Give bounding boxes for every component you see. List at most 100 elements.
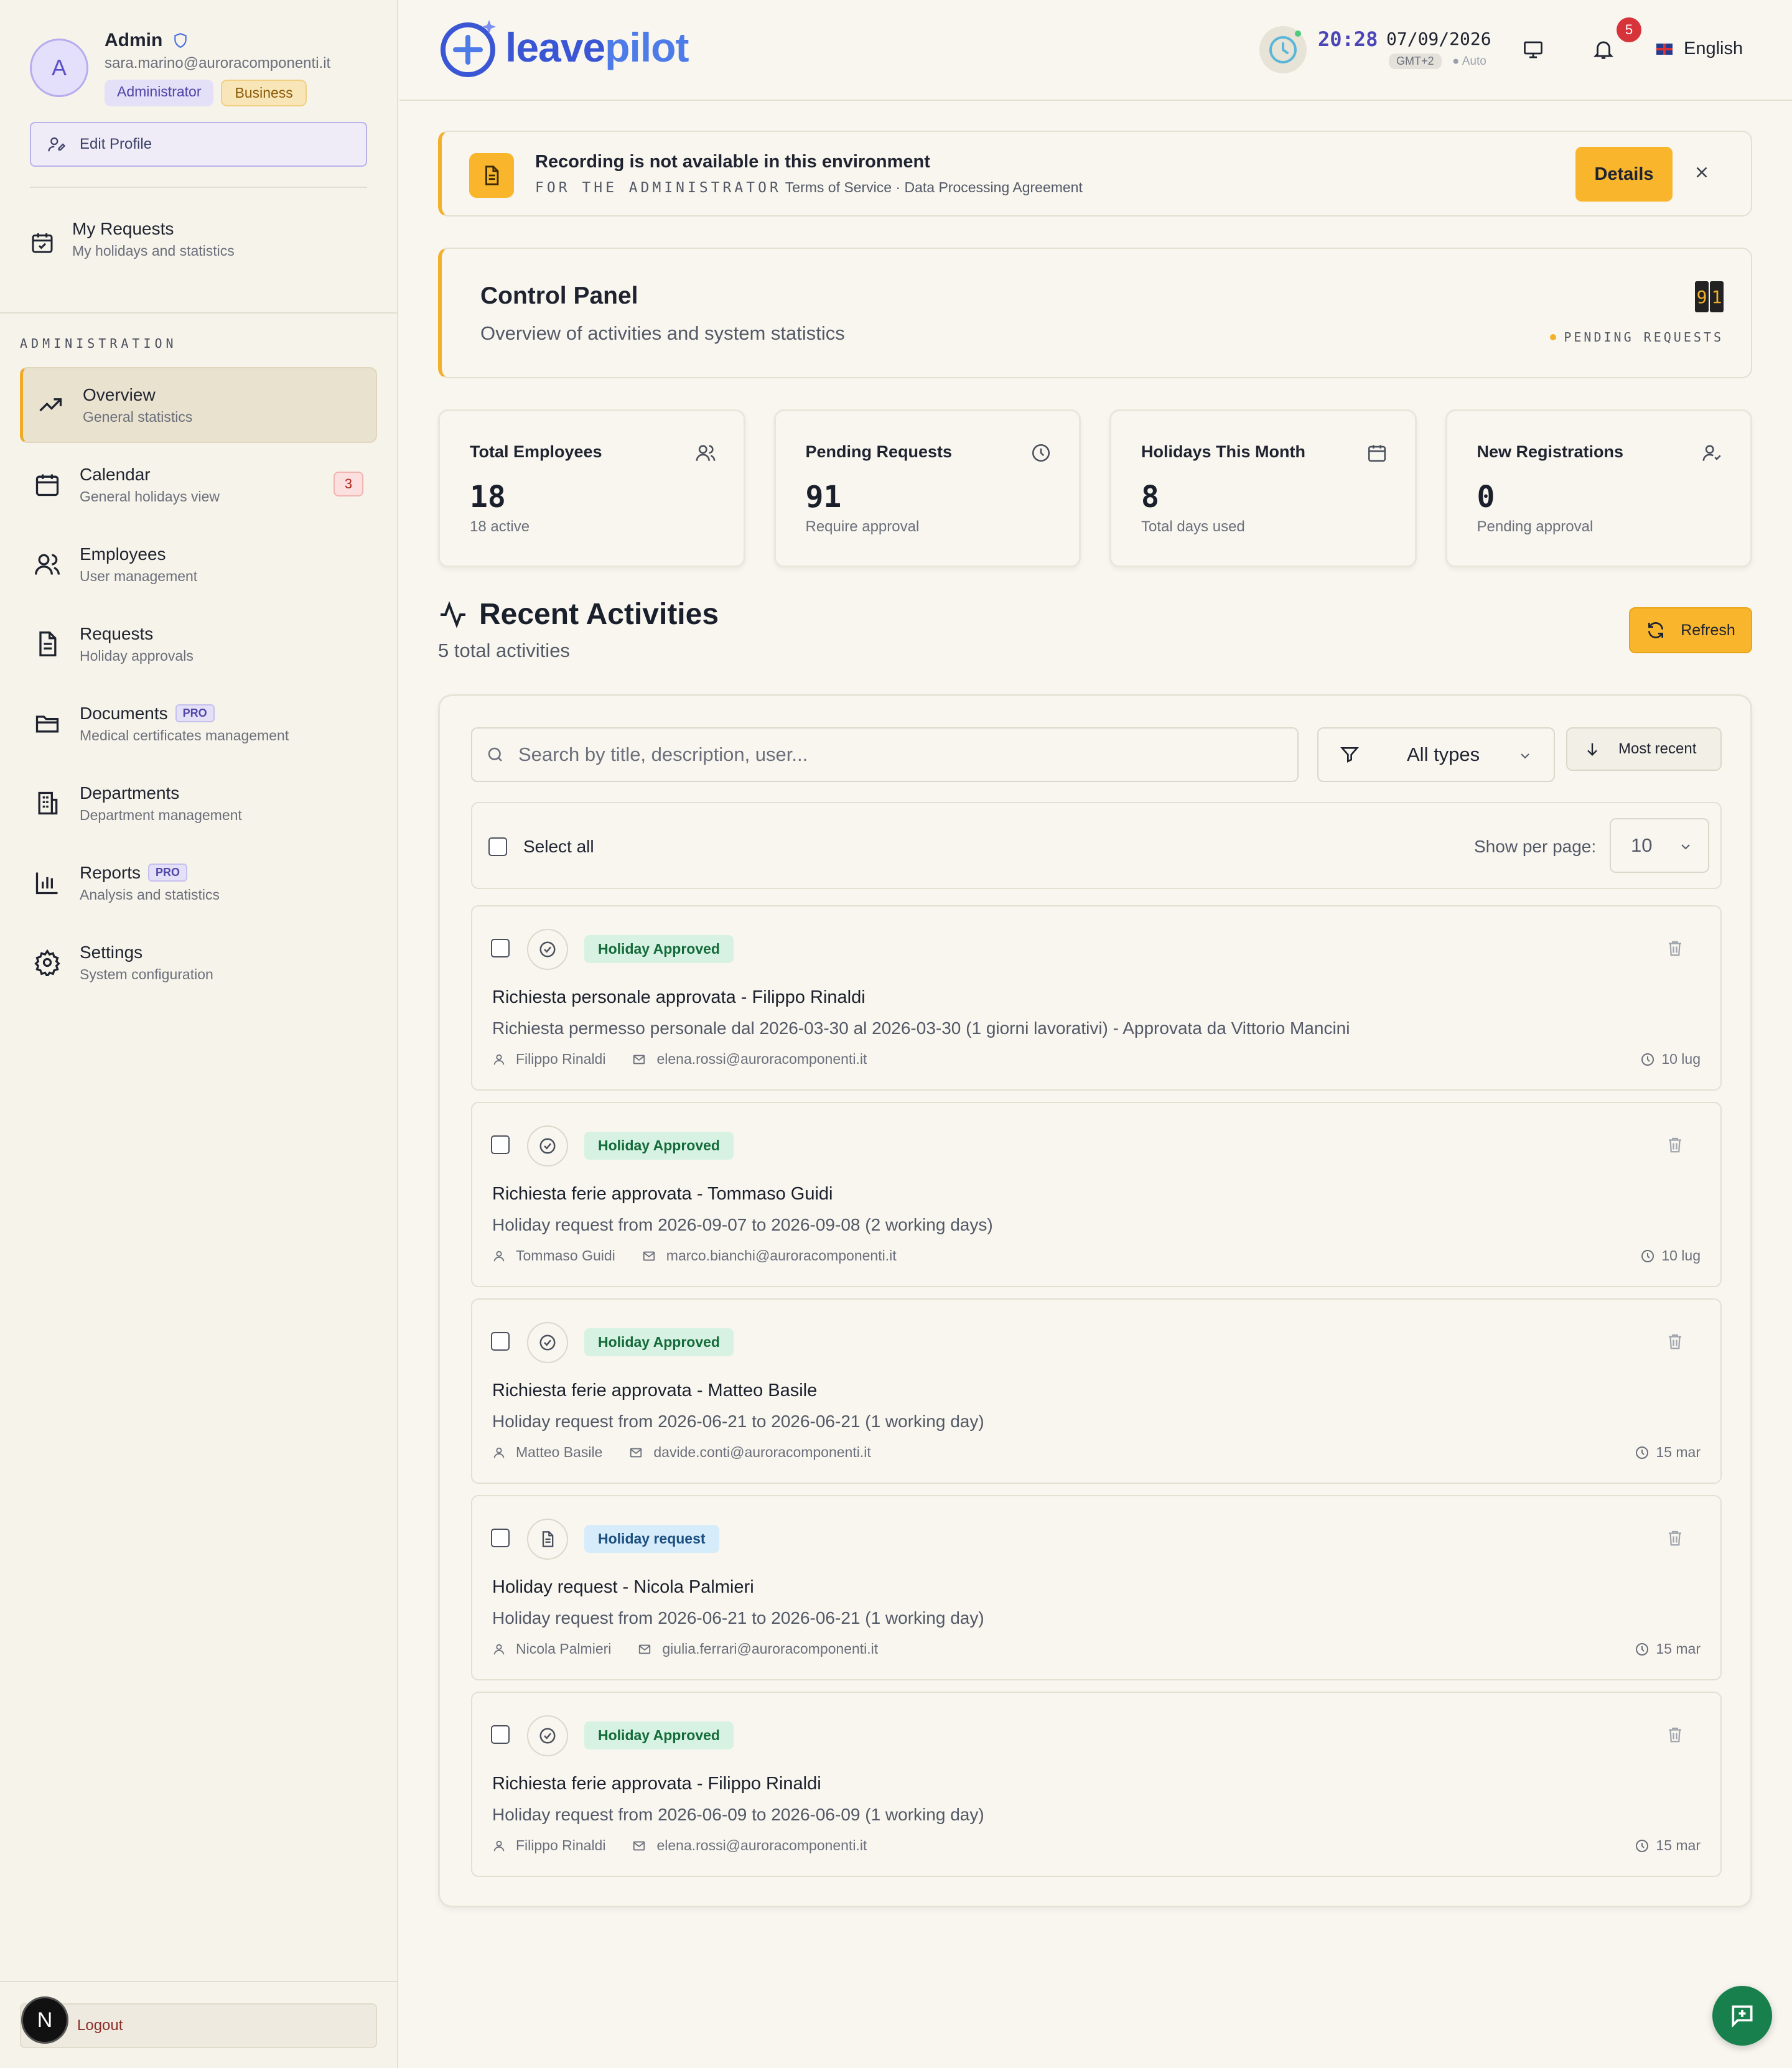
- pro-badge: PRO: [148, 863, 188, 882]
- activity-meta: Matteo Basile davide.conti@auroracompone…: [492, 1444, 871, 1461]
- activity-checkbox[interactable]: [491, 1135, 510, 1154]
- chevron-down-icon: [1678, 839, 1693, 854]
- divider: [0, 1981, 398, 1982]
- sidebar-item-documents[interactable]: Documents PRO Medical certificates manage…: [20, 686, 377, 762]
- profile-name-row: Admin: [105, 30, 189, 51]
- sort-button[interactable]: Most recent: [1566, 727, 1722, 771]
- divider: [0, 312, 398, 314]
- trash-icon[interactable]: [1666, 1529, 1684, 1547]
- trending-up-icon: [37, 391, 64, 419]
- bell-icon[interactable]: [1592, 37, 1615, 61]
- avatar[interactable]: A: [30, 39, 88, 97]
- select-all-checkbox[interactable]: [488, 837, 507, 856]
- stat-value: 8: [1141, 480, 1159, 515]
- activity-checkbox[interactable]: [491, 1529, 510, 1547]
- search-placeholder: Search by title, description, user...: [518, 743, 808, 765]
- sidebar-item-departments[interactable]: Departments Department management: [20, 765, 377, 841]
- activity-date: 15 mar: [1635, 1641, 1701, 1657]
- users-icon: [695, 442, 716, 463]
- stat-title: Pending Requests: [805, 442, 953, 461]
- profile-badges: Administrator Business: [105, 80, 307, 106]
- language-label: English: [1684, 39, 1743, 58]
- search-input[interactable]: Search by title, description, user...: [471, 727, 1299, 782]
- sidebar-item-label-text: Documents: [80, 703, 168, 723]
- clock-date: 07/09/2026: [1386, 29, 1491, 49]
- stat-card-total-employees[interactable]: Total Employees 18 18 active: [438, 409, 745, 567]
- activity-user: Matteo Basile: [516, 1444, 603, 1460]
- activity-item[interactable]: Holiday Approved Richiesta ferie approva…: [471, 1692, 1722, 1877]
- activity-date-text: 10 lug: [1661, 1051, 1701, 1067]
- activity-title: Richiesta ferie approvata - Matteo Basil…: [492, 1381, 818, 1400]
- pending-requests-text: PENDING REQUESTS: [1564, 330, 1724, 345]
- per-page-label: Show per page:: [1474, 837, 1597, 856]
- calendar-icon: [34, 471, 61, 498]
- activity-title: Richiesta ferie approvata - Filippo Rina…: [492, 1774, 821, 1794]
- refresh-button[interactable]: Refresh: [1629, 607, 1752, 653]
- activity-item[interactable]: Holiday Approved Richiesta personale app…: [471, 905, 1722, 1091]
- refresh-icon: [1646, 620, 1666, 640]
- trash-icon[interactable]: [1666, 1332, 1684, 1351]
- clock-icon: [1635, 1838, 1650, 1853]
- per-page-select[interactable]: 10: [1610, 818, 1709, 873]
- uk-flag-icon: [1656, 43, 1673, 55]
- sidebar-item-requests[interactable]: Requests Holiday approvals: [20, 606, 377, 682]
- notification-count: 5: [1617, 17, 1641, 42]
- details-button[interactable]: Details: [1575, 147, 1673, 202]
- sidebar-item-overview[interactable]: Overview General statistics: [20, 367, 377, 443]
- sort-label: Most recent: [1618, 740, 1697, 757]
- stat-card-new-registrations[interactable]: New Registrations 0 Pending approval: [1445, 409, 1752, 567]
- activity-checkbox[interactable]: [491, 1332, 510, 1351]
- activity-title: Holiday request - Nicola Palmieri: [492, 1577, 754, 1597]
- edit-profile-button[interactable]: Edit Profile: [30, 122, 367, 167]
- monitor-icon[interactable]: [1522, 39, 1544, 61]
- user-icon: [492, 1446, 506, 1460]
- sidebar-item-label: Employees: [80, 544, 166, 564]
- user-icon: [492, 1053, 506, 1066]
- dev-tools-avatar[interactable]: N: [21, 1996, 68, 2044]
- activity-item[interactable]: Holiday request Holiday request - Nicola…: [471, 1495, 1722, 1680]
- activity-item[interactable]: Holiday Approved Richiesta ferie approva…: [471, 1298, 1722, 1484]
- sidebar-item-settings[interactable]: Settings System configuration: [20, 925, 377, 1000]
- select-all-control[interactable]: Select all: [488, 837, 594, 857]
- chat-button[interactable]: [1712, 1986, 1772, 2046]
- stat-card-pending-requests[interactable]: Pending Requests 91 Require approval: [773, 409, 1081, 567]
- stats-row: Total Employees 18 18 active Pending Req…: [438, 409, 1752, 567]
- trash-icon[interactable]: [1666, 1725, 1684, 1744]
- timezone-badge: GMT+2: [1389, 54, 1442, 69]
- close-icon[interactable]: [1692, 163, 1711, 182]
- banner-links[interactable]: Terms of Service · Data Processing Agree…: [785, 179, 1083, 195]
- logout-button[interactable]: Logout: [20, 2003, 377, 2048]
- sidebar-item-reports[interactable]: Reports PRO Analysis and statistics: [20, 845, 377, 921]
- flip-digit: 9: [1695, 281, 1709, 312]
- sidebar-item-subtitle: User management: [80, 567, 198, 584]
- stat-card-holidays-this-month[interactable]: Holidays This Month 8 Total days used: [1109, 409, 1417, 567]
- per-page-value: 10: [1631, 834, 1653, 856]
- type-filter-select[interactable]: All types: [1317, 727, 1555, 782]
- nav-my-requests[interactable]: My Requests My holidays and statistics: [30, 219, 235, 259]
- trash-icon[interactable]: [1666, 1135, 1684, 1154]
- activity-date: 15 mar: [1635, 1837, 1701, 1854]
- sidebar-item-calendar[interactable]: Calendar General holidays view 3: [20, 447, 377, 523]
- app-logo[interactable]: leavepilot: [438, 16, 689, 78]
- activity-date-text: 15 mar: [1656, 1444, 1701, 1460]
- role-badge: Administrator: [105, 80, 214, 106]
- clock-icon: [1635, 1642, 1650, 1657]
- stat-subtitle: Pending approval: [1477, 518, 1594, 535]
- activity-tag: Holiday Approved: [584, 1132, 734, 1160]
- pending-flip-counter: 9 1: [1695, 281, 1724, 312]
- pending-requests-label: PENDING REQUESTS: [1550, 330, 1724, 345]
- language-selector[interactable]: English: [1656, 39, 1743, 59]
- trash-icon[interactable]: [1666, 939, 1684, 957]
- selection-bar: Select all Show per page: 10: [471, 802, 1722, 889]
- document-icon: [469, 153, 514, 198]
- sidebar-item-employees[interactable]: Employees User management: [20, 526, 377, 602]
- logo-leave: leave: [505, 24, 605, 70]
- timezone-mode: ● Auto: [1452, 55, 1486, 68]
- gear-icon: [34, 949, 61, 976]
- page-subtitle: Overview of activities and system statis…: [480, 322, 845, 344]
- activity-checkbox[interactable]: [491, 1725, 510, 1744]
- sidebar-item-label: Reports PRO: [80, 863, 220, 883]
- activity-title: Richiesta personale approvata - Filippo …: [492, 987, 866, 1007]
- activity-checkbox[interactable]: [491, 939, 510, 957]
- activity-item[interactable]: Holiday Approved Richiesta ferie approva…: [471, 1102, 1722, 1287]
